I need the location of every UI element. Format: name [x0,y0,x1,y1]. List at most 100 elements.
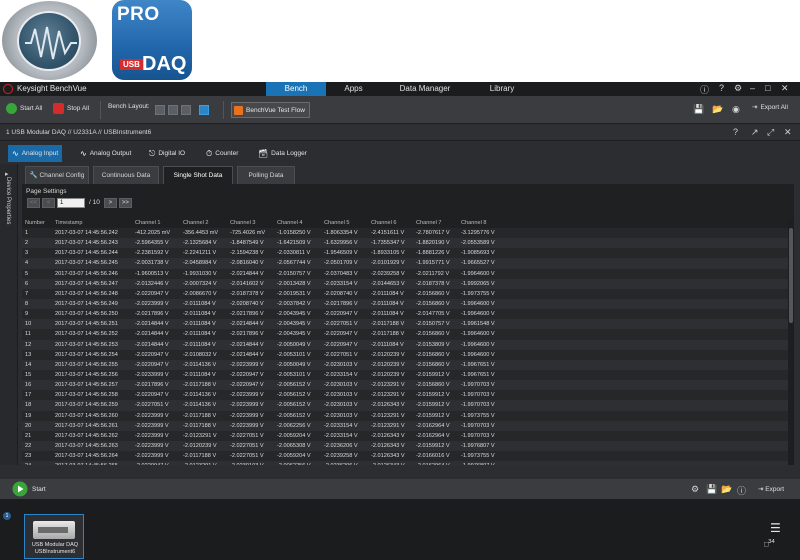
tab-continuous-data[interactable]: Continuous Data [93,166,159,184]
table-row[interactable]: 13 2017-03-07 14:45:56.254 -2.0220947 V -2.… [22,349,788,360]
hamburger-menu-icon[interactable]: ☰ [770,521,781,535]
table-cell: -2.0043945 V [277,321,311,328]
table-row[interactable]: 17 2017-03-07 14:45:56.258 -2.0220947 V -2.… [22,390,788,401]
table-cell: -2.0111084 V [183,341,216,348]
column-header[interactable]: Channel 2 [180,218,227,228]
tab-analog-output[interactable]: ∿ Analog Output [76,145,135,162]
table-row[interactable]: 4 2017-03-07 14:45:56.245 -2.0031738 V -2.0… [22,258,788,269]
table-row[interactable]: 2 2017-03-07 14:45:56.243 -2.5964355 V -2.1… [22,238,788,249]
layout-two-column-icon[interactable] [168,105,178,115]
tab-data-logger[interactable]: 🗃 Data Logger [254,145,311,162]
gear-icon[interactable]: ⚙ [734,83,742,94]
table-row[interactable]: 8 2017-03-07 14:45:56.249 -2.0223999 V -2.0… [22,298,788,310]
table-cell: 7 [25,290,29,297]
help-icon[interactable]: ? [733,127,738,137]
table-cell: -2.0056152 V [277,392,311,399]
tab-channel-config[interactable]: 🔧 Channel Config [25,166,89,184]
test-flow-button[interactable]: BenchVue Test Flow [231,102,310,118]
instrument-count-icon[interactable]: □34 [764,539,775,548]
last-page-button[interactable]: >> [118,197,132,208]
table-cell: -2.0220947 V [324,331,358,338]
device-properties-panel[interactable]: ▸ Device Properties [0,164,18,465]
column-header[interactable]: Channel 3 [227,218,274,228]
table-cell: -2.0111084 V [371,290,404,297]
help-icon[interactable]: ? [719,83,724,93]
camera-icon[interactable]: ◉ [732,104,740,115]
column-header[interactable]: Channel 6 [368,218,413,228]
column-header[interactable]: Channel 1 [132,218,180,228]
table-cell: -2.0150757 V [416,321,450,328]
vertical-scrollbar[interactable] [788,218,794,465]
folder-icon[interactable]: 📂 [712,104,723,115]
close-icon[interactable]: ✕ [781,83,789,94]
start-all-button[interactable]: Start All [6,103,42,114]
tab-digital-io[interactable]: ⎋ Digital IO [145,145,189,162]
table-row[interactable]: 14 2017-03-07 14:45:56.255 -2.0220947 V -2.… [22,359,788,370]
layout-grid-icon[interactable] [181,105,191,115]
table-row[interactable]: 23 2017-03-07 14:45:56.264 -2.0223999 V -2.… [22,451,788,462]
table-cell: 24 [22,461,52,465]
table-row[interactable]: 20 2017-03-07 14:45:56.261 -2.0223999 V -2.… [22,420,788,431]
tab-apps[interactable]: Apps [326,82,381,96]
table-row[interactable]: 9 2017-03-07 14:45:56.250 -2.0217896 V -2.0… [22,309,788,320]
popout-icon[interactable]: ↗ [751,127,759,138]
save-icon[interactable]: 💾 [706,484,717,495]
table-cell: 2017-03-07 14:45:56.245 [55,260,118,267]
table-row[interactable]: 10 2017-03-07 14:45:56.251 -2.0214844 V -2.… [22,319,788,330]
table-row[interactable]: 22 2017-03-07 14:45:56.263 -2.0223999 V -2.… [22,440,788,452]
table-row[interactable]: 19 2017-03-07 14:45:56.260 -2.0223999 V -2.… [22,410,788,421]
tab-polling-data[interactable]: Polling Data [237,166,295,184]
table-row[interactable]: 12 2017-03-07 14:45:56.253 -2.0214844 V -2.… [22,339,788,350]
prev-page-button[interactable]: < [42,197,55,208]
table-cell: -2.0156860 V [416,290,450,297]
start-all-label: Start All [20,105,43,112]
table-cell: -2.0220947 V [135,290,169,297]
next-page-button[interactable]: > [103,197,117,208]
tab-bench[interactable]: Bench [266,82,326,96]
notification-icon[interactable]: ⓘ [700,83,709,96]
tab-analog-input[interactable]: ∿ Analog Input [8,145,63,162]
table-row[interactable]: 3 2017-03-07 14:45:56.244 -2.2381592 V -2.2… [22,248,788,259]
gear-icon[interactable]: ⚙ [691,484,699,495]
column-header[interactable]: Timestamp [52,218,132,228]
column-header[interactable]: Number [22,218,52,228]
stop-all-button[interactable]: Stop All [53,103,89,114]
tab-single-shot-data[interactable]: Single Shot Data [163,166,233,184]
tab-data-manager[interactable]: Data Manager [381,82,469,96]
table-row[interactable]: 1 2017-03-07 14:45:56.242 -412.2025 mV -356… [22,228,788,239]
table-row[interactable]: 21 2017-03-07 14:45:56.262 -2.0223999 V -2.… [22,430,788,441]
column-header[interactable]: Channel 7 [413,218,458,228]
save-icon[interactable]: 💾 [693,104,704,115]
tab-counter[interactable]: ⏱ Counter [202,145,242,162]
table-row[interactable]: 242017-03-07 14:45:56.265-2.0220947 V-2.… [22,461,788,465]
device-card[interactable]: USB Modular DAQ USBInstrument6 [24,514,84,559]
export-button[interactable]: ⇥ Export [758,485,784,493]
column-header[interactable]: Channel 4 [274,218,321,228]
scrollbar-thumb[interactable] [789,228,793,323]
minimize-icon[interactable]: – [750,83,755,93]
page-number-input[interactable]: 1 [57,197,85,208]
table-row[interactable]: 5 2017-03-07 14:45:56.246 -1.9600513 V -1.9… [22,268,788,279]
folder-icon[interactable]: 📂 [721,484,732,495]
table-row[interactable]: 18 2017-03-07 14:45:56.259 -2.0227051 V -2.… [22,400,788,411]
start-button[interactable]: Start [12,481,46,497]
tab-library[interactable]: Library [469,82,535,96]
column-header[interactable]: Channel 8 [458,218,503,228]
notification-icon[interactable]: ⓘ [737,484,746,497]
export-all-button[interactable]: ⇥ Export All [752,103,788,112]
maximize-icon[interactable]: □ [765,83,770,93]
layout-single-icon[interactable] [155,105,165,115]
table-row[interactable]: 7 2017-03-07 14:45:56.248 -2.0220947 V -2.0… [22,288,788,299]
column-header[interactable]: Channel 5 [321,218,368,228]
close-icon[interactable]: ✕ [784,127,792,138]
table-row[interactable]: 16 2017-03-07 14:45:56.257 -2.0217896 V -2.… [22,380,788,391]
expand-icon[interactable]: ⤢ [767,127,774,138]
layout-full-icon[interactable] [199,105,209,115]
table-row[interactable]: 6 2017-03-07 14:45:56.247 -2.0132446 V -2.0… [22,278,788,289]
table-cell: -2.0166016 V [416,453,450,460]
first-page-button[interactable]: << [27,197,40,208]
table-cell: -2.0233154 V [324,422,358,429]
table-row[interactable]: 11 2017-03-07 14:45:56.252 -2.0214844 V -2.… [22,329,788,340]
table-cell: -2.0187378 V [416,280,450,287]
table-row[interactable]: 15 2017-03-07 14:45:56.256 -2.0233999 V -2.… [22,369,788,381]
